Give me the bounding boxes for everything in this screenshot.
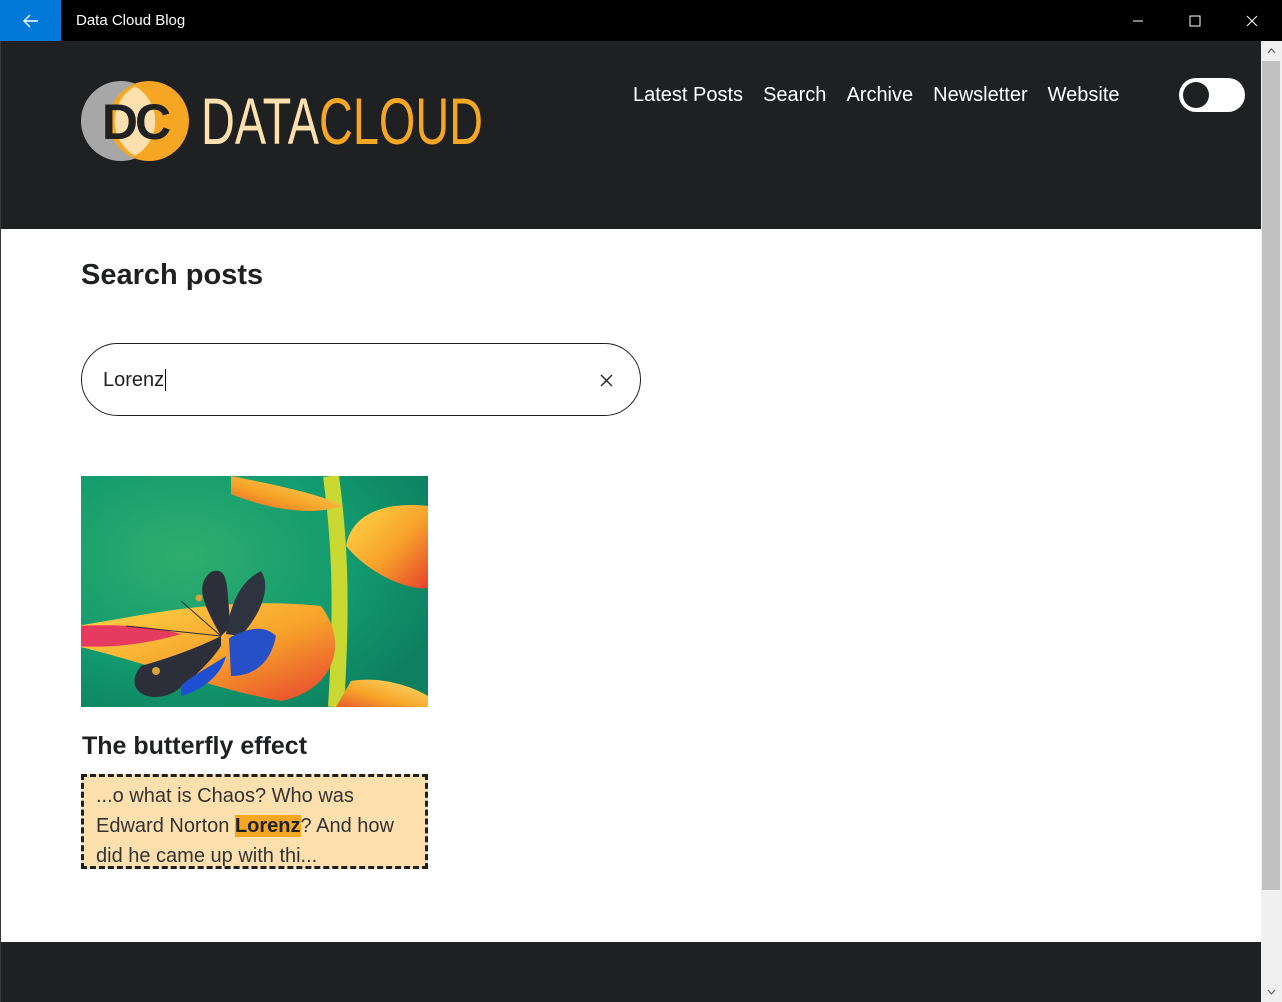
site-header: DC DATACLOUD Latest Posts Search Archive… [1, 41, 1261, 229]
minimize-icon [1132, 20, 1143, 21]
text-caret [165, 369, 166, 391]
butterfly-on-flower-photo [81, 476, 428, 707]
chevron-up-icon [1267, 48, 1276, 54]
scroll-up-button[interactable] [1261, 41, 1282, 61]
nav-newsletter[interactable]: Newsletter [933, 84, 1027, 107]
scroll-down-button[interactable] [1261, 982, 1282, 1002]
scrollbar-thumb[interactable] [1262, 61, 1280, 890]
back-arrow-icon [22, 14, 38, 27]
search-input[interactable] [103, 364, 573, 396]
theme-toggle[interactable] [1179, 78, 1245, 112]
main-nav: Latest Posts Search Archive Newsletter W… [633, 84, 1140, 107]
post-title[interactable]: The butterfly effect [82, 732, 307, 761]
close-button[interactable] [1223, 0, 1280, 41]
vertical-scrollbar[interactable] [1261, 41, 1282, 1002]
site-footer [1, 942, 1261, 1002]
page-title: Search posts [81, 259, 264, 291]
maximize-icon [1189, 15, 1200, 26]
maximize-button[interactable] [1166, 0, 1223, 41]
logo-wordmark: DATACLOUD [201, 84, 483, 158]
close-icon [600, 374, 612, 386]
nav-search[interactable]: Search [763, 84, 826, 107]
nav-latest-posts[interactable]: Latest Posts [633, 84, 743, 107]
window-title: Data Cloud Blog [76, 12, 186, 29]
search-highlight: Lorenz [234, 815, 301, 837]
datacloud-logo[interactable]: DC DATACLOUD [81, 81, 491, 161]
chevron-down-icon [1267, 989, 1276, 995]
nav-archive[interactable]: Archive [846, 84, 913, 107]
nav-website[interactable]: Website [1048, 84, 1120, 107]
title-bar: Data Cloud Blog [0, 0, 1282, 41]
close-icon [1246, 15, 1257, 26]
post-excerpt: ...o what is Chaos? Who was Edward Norto… [81, 774, 428, 869]
back-button[interactable] [0, 0, 61, 41]
post-thumbnail[interactable] [81, 476, 428, 707]
toggle-knob [1183, 82, 1209, 108]
logo-mark: DC [102, 94, 170, 150]
clear-search-button[interactable] [594, 368, 618, 392]
minimize-button[interactable] [1109, 0, 1166, 41]
